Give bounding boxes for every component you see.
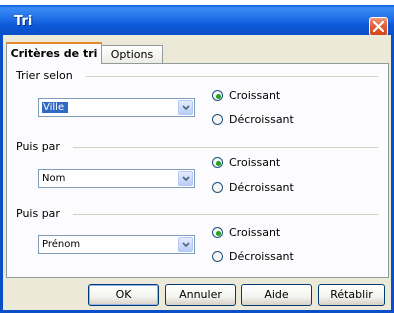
group-divider — [73, 214, 378, 215]
sort-1-descending-label: Décroissant — [229, 113, 294, 126]
group-label-then-by-2: Puis par — [16, 207, 60, 220]
sort-1-ascending-label: Croissant — [229, 89, 281, 102]
sort-key-3-value: Prénom — [42, 239, 81, 250]
sort-3-descending-label: Décroissant — [229, 250, 294, 263]
tab-options-label: Options — [110, 48, 154, 61]
sort-key-2-select[interactable]: Nom — [38, 169, 195, 188]
group-label-sort-by: Trier selon — [16, 69, 73, 82]
sort-3-ascending-label: Croissant — [229, 226, 281, 239]
cancel-button[interactable]: Annuler — [165, 284, 236, 306]
group-divider — [86, 76, 378, 77]
ok-button[interactable]: OK — [88, 284, 159, 306]
title-bar[interactable]: Tri — [0, 5, 394, 36]
group-divider — [73, 147, 378, 148]
radio-circle — [212, 114, 223, 125]
help-button[interactable]: Aide — [241, 284, 312, 306]
radio-dot — [216, 161, 221, 166]
radio-circle — [212, 182, 223, 193]
sort-2-descending-label: Décroissant — [229, 181, 294, 194]
chevron-down-icon — [182, 242, 190, 248]
chevron-down-icon — [182, 105, 190, 111]
group-label-then-by: Puis par — [16, 140, 60, 153]
tab-sort-criteria[interactable]: Critères de tri — [6, 42, 102, 64]
tab-sort-criteria-label: Critères de tri — [10, 47, 98, 60]
tab-options[interactable]: Options — [101, 45, 163, 64]
sort-key-1-value: Ville — [42, 102, 69, 113]
sort-key-2-dropdown-button[interactable] — [178, 171, 193, 186]
sort-key-2-value: Nom — [42, 173, 66, 184]
sort-key-1-dropdown-button[interactable] — [178, 100, 193, 115]
radio-dot — [216, 94, 221, 99]
reset-button[interactable]: Rétablir — [318, 284, 385, 306]
close-button[interactable] — [369, 17, 388, 36]
chevron-down-icon — [182, 176, 190, 182]
radio-circle — [212, 90, 223, 101]
sort-key-1-select[interactable]: Ville — [38, 98, 195, 117]
radio-dot — [216, 231, 221, 236]
window-title: Tri — [14, 14, 33, 29]
radio-circle — [212, 157, 223, 168]
sort-2-ascending-label: Croissant — [229, 156, 281, 169]
close-icon — [373, 21, 384, 32]
sort-key-3-select[interactable]: Prénom — [38, 235, 195, 254]
radio-circle — [212, 251, 223, 262]
sort-dialog: Tri Options Critères de tri Trier selon … — [0, 0, 394, 313]
sort-key-3-dropdown-button[interactable] — [178, 237, 193, 252]
radio-circle — [212, 227, 223, 238]
